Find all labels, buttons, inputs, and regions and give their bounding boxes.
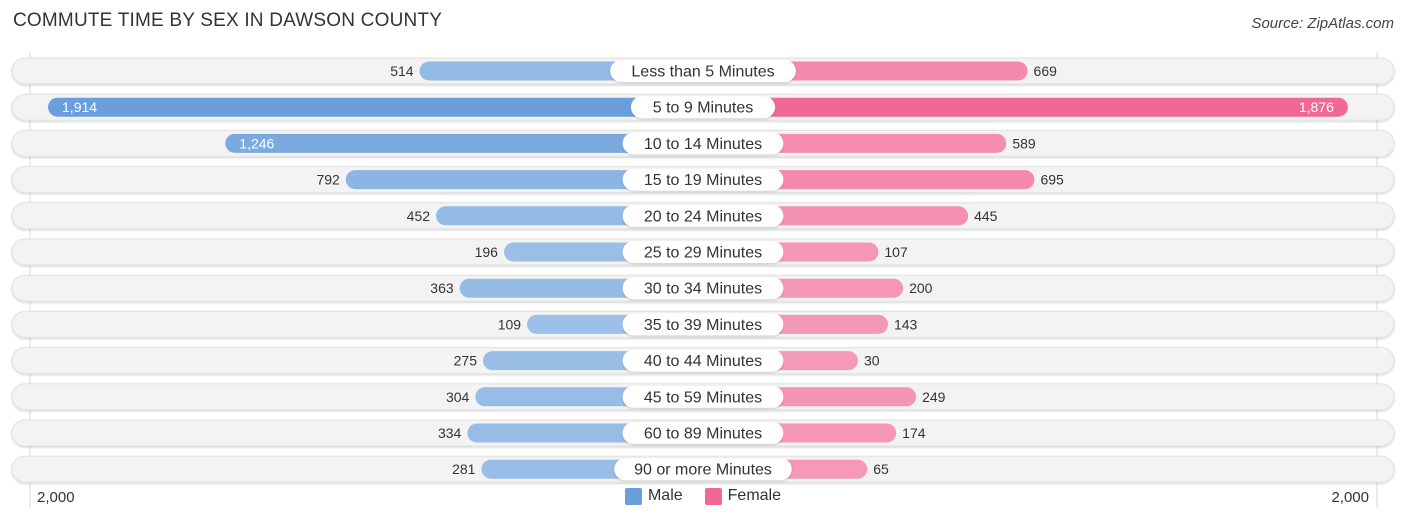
category-text: 45 to 59 Minutes — [644, 389, 762, 406]
chart-row: 1,914 1,876 5 to 9 Minutes — [11, 93, 1395, 121]
value-label-female: 174 — [902, 425, 926, 441]
category-text: 30 to 34 Minutes — [644, 281, 762, 298]
value-label-female: 695 — [1040, 172, 1064, 188]
legend-item-male: Male — [624, 487, 683, 505]
value-label-male: 281 — [452, 461, 476, 477]
legend-label-female: Female — [727, 487, 782, 504]
category-text: 25 to 29 Minutes — [644, 245, 762, 262]
category-text: 10 to 14 Minutes — [644, 136, 762, 153]
category-text: Less than 5 Minutes — [631, 64, 774, 81]
chart-plot: 514 669 Less than 5 Minutes 1,914 1,876 5 to … — [11, 52, 1395, 508]
category-text: 5 to 9 Minutes — [653, 100, 754, 117]
chart-row: 109 143 35 to 39 Minutes — [11, 310, 1395, 338]
category-label: 25 to 29 Minutes — [622, 241, 784, 263]
chart-row: 334 174 60 to 89 Minutes — [11, 419, 1395, 447]
chart-row: 452 445 20 to 24 Minutes — [11, 202, 1395, 230]
value-label-female: 30 — [864, 353, 880, 369]
category-label: 60 to 89 Minutes — [622, 422, 784, 444]
category-label: 5 to 9 Minutes — [630, 96, 776, 119]
legend-item-female: Female — [704, 487, 782, 505]
category-label: 20 to 24 Minutes — [622, 204, 784, 227]
value-label-male: 275 — [454, 353, 478, 369]
legend-swatch-male — [624, 487, 642, 505]
value-label-male: 792 — [316, 172, 340, 188]
value-label-female: 65 — [873, 461, 889, 477]
legend: Male Female — [0, 487, 1406, 505]
value-label-female: 200 — [909, 280, 933, 296]
category-label: 35 to 39 Minutes — [622, 313, 784, 336]
bar-female — [703, 97, 1348, 117]
value-label-male: 1,246 — [239, 135, 274, 151]
category-label: 40 to 44 Minutes — [622, 349, 784, 372]
chart-row: 792 695 15 to 19 Minutes — [11, 166, 1395, 194]
category-label: Less than 5 Minutes — [610, 60, 796, 82]
value-label-male: 334 — [438, 425, 462, 441]
chart-row: 275 30 40 to 44 Minutes — [11, 347, 1395, 375]
chart-row: 196 107 25 to 29 Minutes — [11, 238, 1395, 266]
value-label-male: 363 — [430, 280, 454, 296]
value-label-female: 107 — [884, 244, 908, 260]
chart-row: 1,246 589 10 to 14 Minutes — [11, 129, 1395, 157]
value-label-male: 514 — [390, 63, 414, 79]
value-label-female: 1,876 — [1299, 99, 1334, 115]
value-label-male: 109 — [498, 316, 522, 332]
category-label: 30 to 34 Minutes — [622, 277, 784, 300]
value-label-male: 196 — [475, 244, 499, 260]
category-text: 35 to 39 Minutes — [644, 317, 762, 334]
chart-row: 281 65 90 or more Minutes — [11, 455, 1395, 483]
category-text: 15 to 19 Minutes — [644, 172, 762, 189]
category-text: 40 to 44 Minutes — [644, 353, 762, 370]
chart-row: 304 249 45 to 59 Minutes — [11, 383, 1395, 411]
category-text: 90 or more Minutes — [634, 462, 772, 479]
legend-swatch-female — [704, 487, 722, 505]
value-label-male: 1,914 — [62, 99, 97, 115]
category-label: 45 to 59 Minutes — [622, 385, 784, 408]
chart-row: 514 669 Less than 5 Minutes — [11, 57, 1395, 85]
category-label: 90 or more Minutes — [614, 458, 792, 481]
category-text: 60 to 89 Minutes — [644, 426, 762, 443]
value-label-female: 669 — [1034, 63, 1058, 79]
chart-row: 363 200 30 to 34 Minutes — [11, 274, 1395, 302]
category-text: 20 to 24 Minutes — [644, 208, 762, 225]
value-label-female: 249 — [922, 389, 946, 405]
value-label-female: 589 — [1012, 135, 1036, 151]
value-label-female: 143 — [894, 316, 918, 332]
category-label: 10 to 14 Minutes — [622, 132, 784, 155]
value-label-male: 304 — [446, 389, 470, 405]
value-label-female: 445 — [974, 208, 998, 224]
legend-label-male: Male — [647, 487, 683, 504]
category-label: 15 to 19 Minutes — [622, 168, 784, 191]
value-label-male: 452 — [407, 208, 431, 224]
bar-male — [48, 97, 703, 117]
